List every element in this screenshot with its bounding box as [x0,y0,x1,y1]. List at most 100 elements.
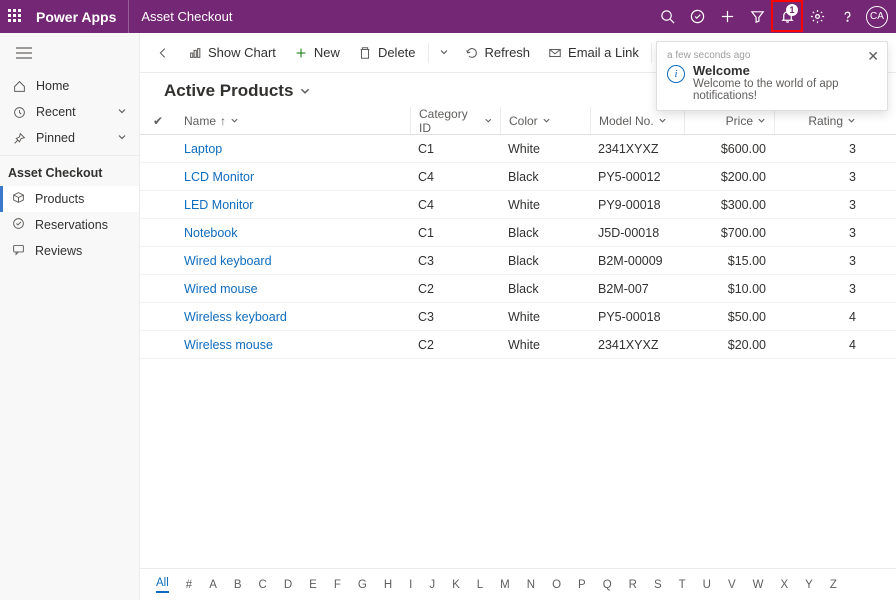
table-row[interactable]: Wireless mouseC2White2341XYXZ$20.004 [140,331,896,359]
alpha-letter[interactable]: E [309,579,317,591]
row-rating: 4 [774,310,864,324]
alpha-letter[interactable]: G [358,579,367,591]
alpha-letter[interactable]: A [209,579,217,591]
delete-dropdown[interactable] [433,45,455,60]
home-icon [12,80,26,93]
table-row[interactable]: LCD MonitorC4BlackPY5-00012$200.003 [140,163,896,191]
alpha-letter[interactable]: F [334,579,341,591]
alpha-letter[interactable]: C [259,579,267,591]
alpha-letter[interactable]: M [500,579,510,591]
alpha-hash[interactable]: # [186,579,192,591]
col-name[interactable]: Name ↑ [176,107,410,134]
row-name-link[interactable]: Laptop [176,142,410,156]
alpha-letter[interactable]: V [728,579,736,591]
row-name-link[interactable]: Wired mouse [176,282,410,296]
alpha-letter[interactable]: S [654,579,662,591]
alpha-filter-bar: All # A B C D E F G H I J K L M N O P Q R S T U V W X Y Z [140,568,896,600]
alpha-letter[interactable]: T [679,579,686,591]
close-icon[interactable]: ✕ [867,48,879,65]
nav-home[interactable]: Home [0,73,139,99]
global-header: Power Apps Asset Checkout 1 CA [0,0,896,33]
cmd-label: New [314,45,340,60]
table-row[interactable]: Wired keyboardC3BlackB2M-00009$15.003 [140,247,896,275]
alpha-letter[interactable]: I [409,579,412,591]
app-launcher-icon[interactable] [8,9,24,25]
row-model: PY9-00018 [590,198,684,212]
table-row[interactable]: NotebookC1BlackJ5D-00018$700.003 [140,219,896,247]
row-price: $600.00 [684,142,774,156]
alpha-letter[interactable]: B [234,579,242,591]
alpha-letter[interactable]: D [284,579,292,591]
filter-icon[interactable] [742,0,772,33]
table-row[interactable]: Wired mouseC2BlackB2M-007$10.003 [140,275,896,303]
sort-asc-icon: ↑ [220,114,226,128]
row-price: $700.00 [684,226,774,240]
task-icon[interactable] [682,0,712,33]
row-name-link[interactable]: LED Monitor [176,198,410,212]
nav-recent[interactable]: Recent [0,99,139,125]
sidebar-item-reviews[interactable]: Reviews [0,238,139,264]
data-grid: ✔ Name ↑ Category ID Color Model No. Pri… [140,107,896,568]
sidebar-item-products[interactable]: Products [0,186,139,212]
alpha-letter[interactable]: K [452,579,460,591]
alpha-letter[interactable]: Y [805,579,813,591]
grid-header-row: ✔ Name ↑ Category ID Color Model No. Pri… [140,107,896,135]
col-color[interactable]: Color [500,107,590,134]
col-rating[interactable]: Rating [774,107,864,134]
row-rating: 3 [774,226,864,240]
row-name-link[interactable]: Wired keyboard [176,254,410,268]
alpha-letter[interactable]: Z [830,579,837,591]
new-button[interactable]: New [286,37,348,69]
nav-label: Recent [36,105,76,119]
cmd-label: Delete [378,45,416,60]
row-name-link[interactable]: Notebook [176,226,410,240]
cube-icon [12,191,25,207]
alpha-letter[interactable]: X [781,579,789,591]
refresh-button[interactable]: Refresh [457,37,539,69]
show-chart-button[interactable]: Show Chart [180,37,284,69]
info-icon: i [667,65,685,83]
user-avatar[interactable]: CA [866,6,888,28]
table-row[interactable]: Wireless keyboardC3WhitePY5-00018$50.004 [140,303,896,331]
notifications-icon[interactable]: 1 [772,0,802,33]
chevron-down-icon [117,131,127,145]
col-category[interactable]: Category ID [410,107,500,134]
settings-icon[interactable] [802,0,832,33]
table-row[interactable]: LED MonitorC4WhitePY9-00018$300.003 [140,191,896,219]
search-icon[interactable] [652,0,682,33]
row-name-link[interactable]: Wireless keyboard [176,310,410,324]
help-icon[interactable] [832,0,862,33]
cmd-label: Refresh [485,45,531,60]
alpha-letter[interactable]: P [578,579,586,591]
row-color: White [500,338,590,352]
alpha-letter[interactable]: L [477,579,483,591]
add-icon[interactable] [712,0,742,33]
delete-button[interactable]: Delete [350,37,424,69]
table-row[interactable]: LaptopC1White2341XYXZ$600.003 [140,135,896,163]
alpha-letter[interactable]: H [384,579,392,591]
chevron-down-icon [299,85,311,97]
row-category: C1 [410,142,500,156]
alpha-letter[interactable]: U [703,579,711,591]
row-color: White [500,142,590,156]
alpha-letter[interactable]: Q [603,579,612,591]
row-name-link[interactable]: LCD Monitor [176,170,410,184]
sidebar-item-reservations[interactable]: Reservations [0,212,139,238]
select-all-checkbox[interactable]: ✔ [140,114,176,128]
row-name-link[interactable]: Wireless mouse [176,338,410,352]
sidebar-toggle[interactable] [0,33,139,73]
chevron-down-icon [117,105,127,119]
row-color: White [500,310,590,324]
nav-pinned[interactable]: Pinned [0,125,139,151]
email-link-button[interactable]: Email a Link [540,37,647,69]
row-rating: 3 [774,198,864,212]
alpha-letter[interactable]: W [753,579,764,591]
col-model[interactable]: Model No. [590,107,684,134]
alpha-letter[interactable]: R [629,579,637,591]
alpha-letter[interactable]: O [552,579,561,591]
alpha-letter[interactable]: N [527,579,535,591]
col-price[interactable]: Price [684,107,774,134]
back-button[interactable] [148,37,178,69]
alpha-letter[interactable]: J [429,579,435,591]
alpha-all[interactable]: All [156,577,169,593]
